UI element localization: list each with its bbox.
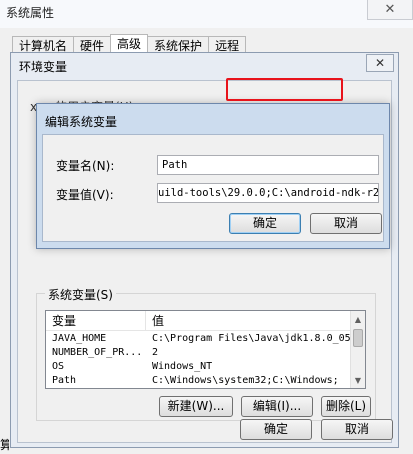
system-properties-close-button[interactable]: ✕	[367, 0, 413, 20]
edit-system-variable-dialog: 编辑系统变量 变量名(N): Path 变量值(V): uild-tools\2…	[36, 103, 390, 249]
edit-variable-button[interactable]: 编辑(I)...	[241, 396, 313, 417]
edit-dialog-body: 变量名(N): Path 变量值(V): uild-tools\29.0.0;C…	[42, 134, 384, 242]
variable-name-input[interactable]: Path	[157, 155, 379, 175]
row-variable-value: C:\Windows\system32;C:\Windows;	[152, 375, 339, 386]
env-cancel-button[interactable]: 取消	[321, 419, 393, 440]
variable-value-input[interactable]: uild-tools\29.0.0;C:\android-ndk-r20	[157, 183, 379, 203]
environment-variables-close-button[interactable]: ✕	[366, 54, 394, 72]
row-variable-name: JAVA_HOME	[52, 333, 107, 344]
edit-cancel-button[interactable]: 取消	[310, 213, 382, 234]
variable-name-label: 变量名(N):	[56, 159, 115, 173]
column-header-variable[interactable]: 变量	[46, 311, 146, 330]
list-scrollbar[interactable]: ▲ ▼	[350, 311, 365, 388]
table-row[interactable]: Path C:\Windows\system32;C:\Windows;	[46, 374, 352, 388]
scroll-up-icon[interactable]: ▲	[351, 312, 365, 326]
system-variables-group-label: 系统变量(S)	[45, 286, 116, 303]
system-variables-group: 系统变量(S) 变量 值 JAVA_HOME C:\Program Files\…	[36, 286, 376, 421]
row-variable-name: Path	[52, 375, 77, 386]
system-properties-titlebar[interactable]: 系统属性 ✕	[0, 0, 413, 28]
environment-variables-title: 环境变量	[19, 60, 68, 74]
highlight-annotation-box	[226, 78, 343, 101]
list-header: 变量 值	[46, 311, 352, 331]
system-properties-title: 系统属性	[6, 6, 55, 20]
new-variable-button[interactable]: 新建(W)...	[159, 396, 233, 417]
table-row[interactable]: NUMBER_OF_PR... 2	[46, 346, 352, 360]
edit-dialog-title: 编辑系统变量	[45, 115, 118, 129]
edit-ok-button[interactable]: 确定	[229, 213, 301, 234]
variable-value-label: 变量值(V):	[56, 188, 114, 202]
close-icon: ✕	[374, 56, 386, 70]
env-ok-button[interactable]: 确定	[240, 419, 312, 440]
table-row[interactable]: JAVA_HOME C:\Program Files\Java\jdk1.8.0…	[46, 332, 352, 346]
row-variable-value: 2	[152, 347, 159, 358]
row-variable-value: C:\Program Files\Java\jdk1.8.0_05	[152, 333, 351, 344]
table-row[interactable]: OS Windows_NT	[46, 360, 352, 374]
system-variables-list[interactable]: 变量 值 JAVA_HOME C:\Program Files\Java\jdk…	[45, 310, 366, 389]
delete-variable-button[interactable]: 删除(L)	[321, 396, 371, 417]
column-header-value[interactable]: 值	[146, 311, 164, 330]
close-icon: ✕	[384, 2, 396, 17]
row-variable-value: Windows_NT	[152, 361, 213, 372]
row-variable-name: NUMBER_OF_PR...	[52, 347, 143, 358]
scroll-down-icon[interactable]: ▼	[351, 373, 365, 387]
row-variable-name: OS	[52, 361, 65, 372]
partially-hidden-label: 算	[0, 438, 9, 452]
variable-value-text: uild-tools\29.0.0;C:\android-ndk-r20	[158, 187, 379, 199]
scrollbar-thumb[interactable]	[353, 329, 363, 347]
